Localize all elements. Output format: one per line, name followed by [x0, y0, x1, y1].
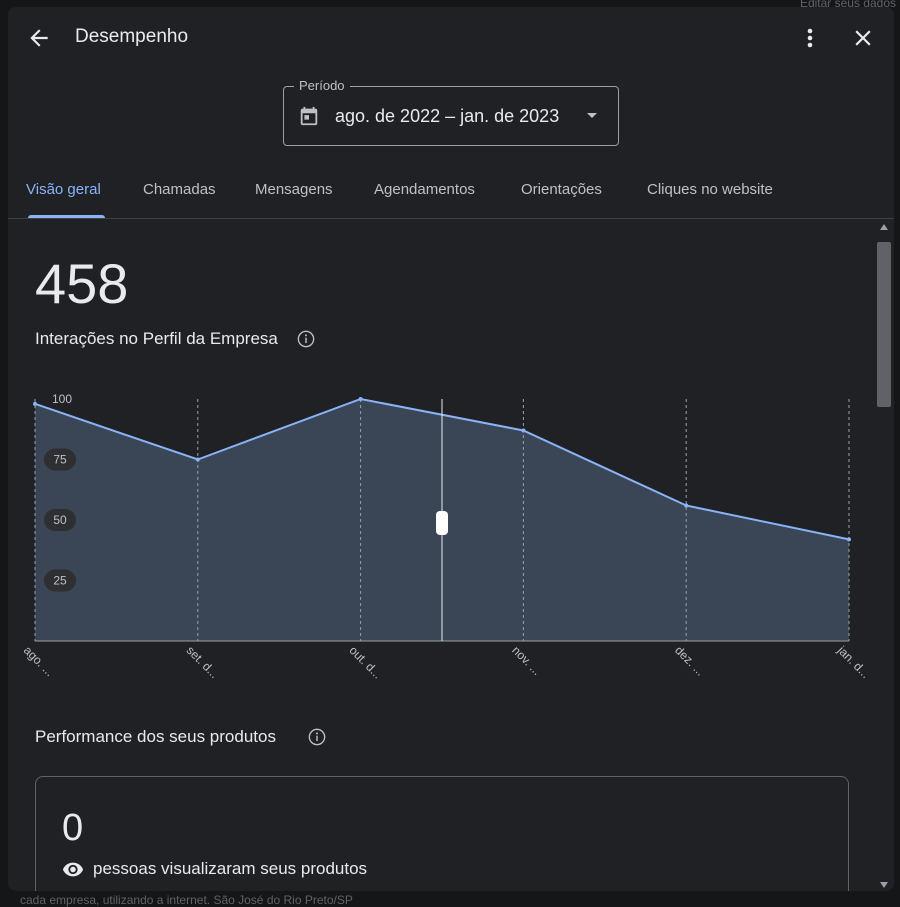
performance-dialog: Desempenho Período ago. de 2022 – jan. d…: [8, 7, 894, 891]
overview-content: 458 Interações no Perfil da Empresa 100 7…: [8, 219, 874, 891]
scrollbar[interactable]: [874, 219, 894, 891]
tab-bar: Visão geral Chamadas Mensagens Agendamen…: [8, 173, 894, 219]
chart-point: [33, 401, 37, 406]
products-info-icon[interactable]: [308, 728, 326, 746]
chart-point: [847, 537, 851, 542]
period-value: ago. de 2022 – jan. de 2023: [335, 106, 560, 126]
close-icon: [855, 30, 871, 46]
calendar-icon: [300, 106, 318, 126]
x-tick-label: nov. ...: [509, 643, 544, 678]
total-interactions: 458: [35, 252, 129, 315]
tab-visao-geral[interactable]: Visão geral: [26, 181, 101, 198]
tab-cliques-website[interactable]: Cliques no website: [647, 181, 773, 198]
y-tick-label: 100: [52, 392, 72, 406]
chart-point: [521, 428, 526, 433]
more-options-button[interactable]: [800, 25, 820, 51]
dropdown-caret-icon: [587, 113, 597, 118]
x-tick-label: set. d...: [184, 643, 222, 681]
interactions-label: Interações no Perfil da Empresa: [35, 329, 278, 348]
tab-mensagens[interactable]: Mensagens: [255, 181, 333, 198]
chart-hover-handle[interactable]: [436, 511, 448, 535]
dialog-title: Desempenho: [75, 26, 189, 47]
tab-agendamentos[interactable]: Agendamentos: [374, 181, 475, 198]
chart-point: [358, 397, 363, 401]
interactions-chart[interactable]: 100 75 50 25 ago. ... set. d... out. d... nov. …: [8, 379, 874, 694]
product-views-count: 0: [62, 807, 84, 849]
y-tick-label: 75: [53, 453, 67, 467]
y-tick-label: 50: [53, 513, 67, 527]
chart-point: [195, 457, 200, 462]
eye-icon: [62, 862, 84, 877]
info-icon[interactable]: [297, 330, 315, 348]
scroll-up-arrow-icon[interactable]: [879, 223, 889, 231]
products-card: 0 pessoas visualizaram seus produtos: [35, 776, 849, 891]
arrow-left-icon: [30, 29, 48, 47]
scroll-thumb[interactable]: [877, 242, 891, 407]
products-title: Performance dos seus produtos: [35, 727, 276, 746]
period-select[interactable]: Período ago. de 2022 – jan. de 2023: [283, 78, 619, 146]
x-tick-label: jan. d...: [834, 643, 872, 681]
x-tick-label: ago. ...: [21, 643, 57, 679]
chart-point: [684, 503, 689, 508]
tab-orientacoes[interactable]: Orientações: [521, 181, 602, 198]
close-button[interactable]: [850, 25, 876, 51]
active-tab-indicator: [28, 215, 105, 218]
tab-chamadas[interactable]: Chamadas: [143, 181, 216, 198]
back-button[interactable]: [26, 25, 52, 51]
period-label: Período: [294, 78, 350, 93]
dialog-header: Desempenho: [8, 7, 894, 67]
x-tick-label: dez. ...: [672, 643, 707, 678]
y-tick-label: 25: [53, 574, 67, 588]
scroll-down-arrow-icon[interactable]: [879, 881, 889, 889]
more-vert-icon: [807, 28, 813, 48]
product-views-label: pessoas visualizaram seus produtos: [93, 859, 368, 878]
x-tick-label: out. d...: [346, 643, 384, 681]
